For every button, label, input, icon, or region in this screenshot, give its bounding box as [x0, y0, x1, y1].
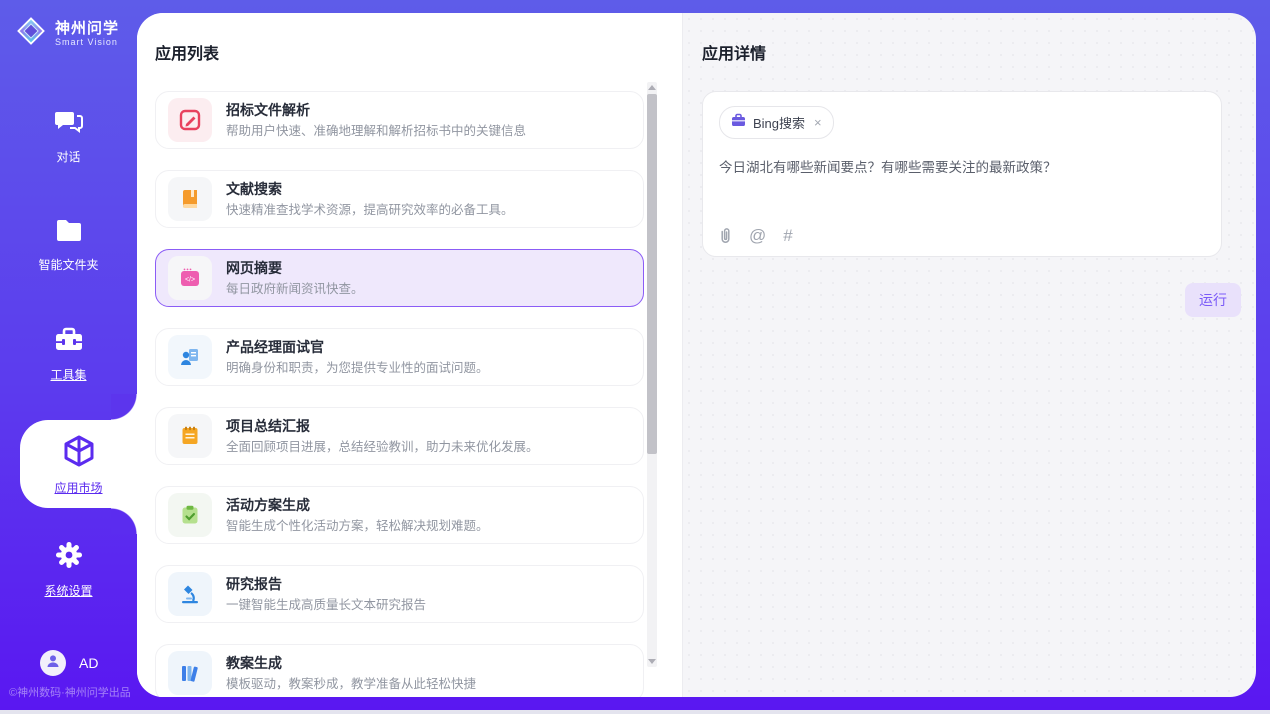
scroll-up-icon[interactable] — [648, 85, 656, 90]
app-title: 网页摘要 — [226, 260, 364, 277]
user-account[interactable]: AD — [40, 650, 98, 676]
app-card-bid-analysis[interactable]: 招标文件解析 帮助用户快速、准确地理解和解析招标书中的关键信息 — [155, 91, 644, 149]
app-title: 活动方案生成 — [226, 497, 489, 514]
copyright: ©神州数码·神州问学出品 — [9, 684, 131, 700]
microscope-icon — [168, 572, 212, 616]
brand-subtitle: Smart Vision — [55, 37, 119, 48]
run-button[interactable]: 运行 — [1185, 283, 1241, 317]
sidebar-item-smart-folder[interactable]: 智能文件夹 — [0, 218, 137, 273]
app-list-panel: 应用列表 招标文件解析 帮助用户快速、准确地理解和解析招标书中的关键信息 — [137, 13, 683, 697]
book-icon — [168, 177, 212, 221]
books-icon — [168, 651, 212, 695]
pen-square-icon — [168, 98, 212, 142]
app-title: 招标文件解析 — [226, 102, 526, 119]
scrollbar-thumb[interactable] — [647, 94, 657, 454]
sidebar-item-label: 智能文件夹 — [38, 256, 98, 273]
app-desc: 明确身份和职责，为您提供专业性的面试问题。 — [226, 361, 489, 376]
app-title: 研究报告 — [226, 576, 426, 593]
app-card-project-summary[interactable]: 项目总结汇报 全面回顾项目进展，总结经验教训，助力未来优化发展。 — [155, 407, 644, 465]
gear-icon — [54, 540, 84, 575]
app-title: 文献搜索 — [226, 181, 514, 198]
sidebar-item-label: 系统设置 — [44, 582, 92, 599]
avatar — [40, 650, 66, 676]
folder-icon — [54, 218, 84, 249]
sidebar: 神州问学 Smart Vision 对话 智能文件夹 — [0, 0, 137, 710]
app-detail-panel: 应用详情 Bing搜索 × 今日湖北有哪些新闻要点？有哪些需要关注的最新政策？ — [683, 13, 1256, 697]
diamond-gem-icon — [14, 14, 48, 53]
scroll-down-icon[interactable] — [648, 659, 656, 664]
tool-tag-bing-search[interactable]: Bing搜索 × — [719, 106, 834, 139]
brand-logo: 神州问学 Smart Vision — [14, 14, 119, 53]
app-card-event-plan[interactable]: 活动方案生成 智能生成个性化活动方案，轻松解决规划难题。 — [155, 486, 644, 544]
app-desc: 智能生成个性化活动方案，轻松解决规划难题。 — [226, 519, 489, 534]
app-desc: 每日政府新闻资讯快查。 — [226, 282, 364, 297]
notepad-icon — [168, 414, 212, 458]
input-toolbar: @ # — [719, 227, 1205, 244]
sidebar-item-label: 对话 — [56, 148, 80, 165]
sidebar-item-label: 应用市场 — [54, 479, 102, 496]
app-card-pm-interviewer[interactable]: 产品经理面试官 明确身份和职责，为您提供专业性的面试问题。 — [155, 328, 644, 386]
prompt-input-card[interactable]: Bing搜索 × 今日湖北有哪些新闻要点？有哪些需要关注的最新政策？ @ # — [702, 91, 1222, 257]
close-icon[interactable]: × — [814, 116, 822, 129]
toolbox-icon — [54, 326, 84, 359]
sidebar-active-bubble: 应用市场 — [20, 420, 137, 508]
clipboard-check-icon — [168, 493, 212, 537]
app-detail-title: 应用详情 — [702, 40, 1256, 64]
sidebar-item-settings[interactable]: 系统设置 — [0, 540, 137, 599]
app-title: 教案生成 — [226, 655, 476, 672]
app-desc: 模板驱动，教案秒成，教学准备从此轻松快捷 — [226, 677, 476, 692]
paperclip-icon[interactable] — [719, 227, 732, 244]
sidebar-item-app-market[interactable]: 应用市场 — [20, 434, 137, 496]
app-list-title: 应用列表 — [155, 40, 664, 64]
user-name: AD — [79, 655, 98, 671]
app-desc: 帮助用户快速、准确地理解和解析招标书中的关键信息 — [226, 124, 526, 139]
app-card-web-summary[interactable]: </> 网页摘要 每日政府新闻资讯快查。 — [155, 249, 644, 307]
query-text[interactable]: 今日湖北有哪些新闻要点？有哪些需要关注的最新政策？ — [719, 158, 1205, 177]
browser-code-icon: </> — [168, 256, 212, 300]
app-desc: 快速精准查找学术资源，提高研究效率的必备工具。 — [226, 203, 514, 218]
app-list-scrollbar[interactable] — [647, 82, 657, 667]
briefcase-icon — [731, 113, 746, 132]
app-desc: 全面回顾项目进展，总结经验教训，助力未来优化发展。 — [226, 440, 539, 455]
cube-icon — [63, 434, 95, 473]
sidebar-item-label: 工具集 — [50, 366, 86, 383]
app-card-research-report[interactable]: 研究报告 一键智能生成高质量长文本研究报告 — [155, 565, 644, 623]
page-bottom-strip — [0, 710, 1270, 714]
tag-label: Bing搜索 — [753, 113, 805, 132]
person-icon — [45, 653, 61, 674]
svg-text:</>: </> — [185, 277, 195, 284]
app-desc: 一键智能生成高质量长文本研究报告 — [226, 598, 426, 613]
interviewer-icon — [168, 335, 212, 379]
at-sign-icon[interactable]: @ — [749, 227, 766, 244]
sidebar-item-toolset[interactable]: 工具集 — [0, 326, 137, 383]
app-list: 招标文件解析 帮助用户快速、准确地理解和解析招标书中的关键信息 文献搜索 快速精… — [155, 91, 644, 697]
app-card-lesson-plan[interactable]: 教案生成 模板驱动，教案秒成，教学准备从此轻松快捷 — [155, 644, 644, 697]
brand-name: 神州问学 — [55, 20, 119, 37]
chat-icon — [54, 108, 84, 141]
sidebar-item-chat[interactable]: 对话 — [0, 108, 137, 165]
app-card-literature-search[interactable]: 文献搜索 快速精准查找学术资源，提高研究效率的必备工具。 — [155, 170, 644, 228]
content-area: 应用列表 招标文件解析 帮助用户快速、准确地理解和解析招标书中的关键信息 — [137, 13, 1256, 697]
app-title: 项目总结汇报 — [226, 418, 539, 435]
app-title: 产品经理面试官 — [226, 339, 489, 356]
hash-icon[interactable]: # — [783, 227, 792, 244]
